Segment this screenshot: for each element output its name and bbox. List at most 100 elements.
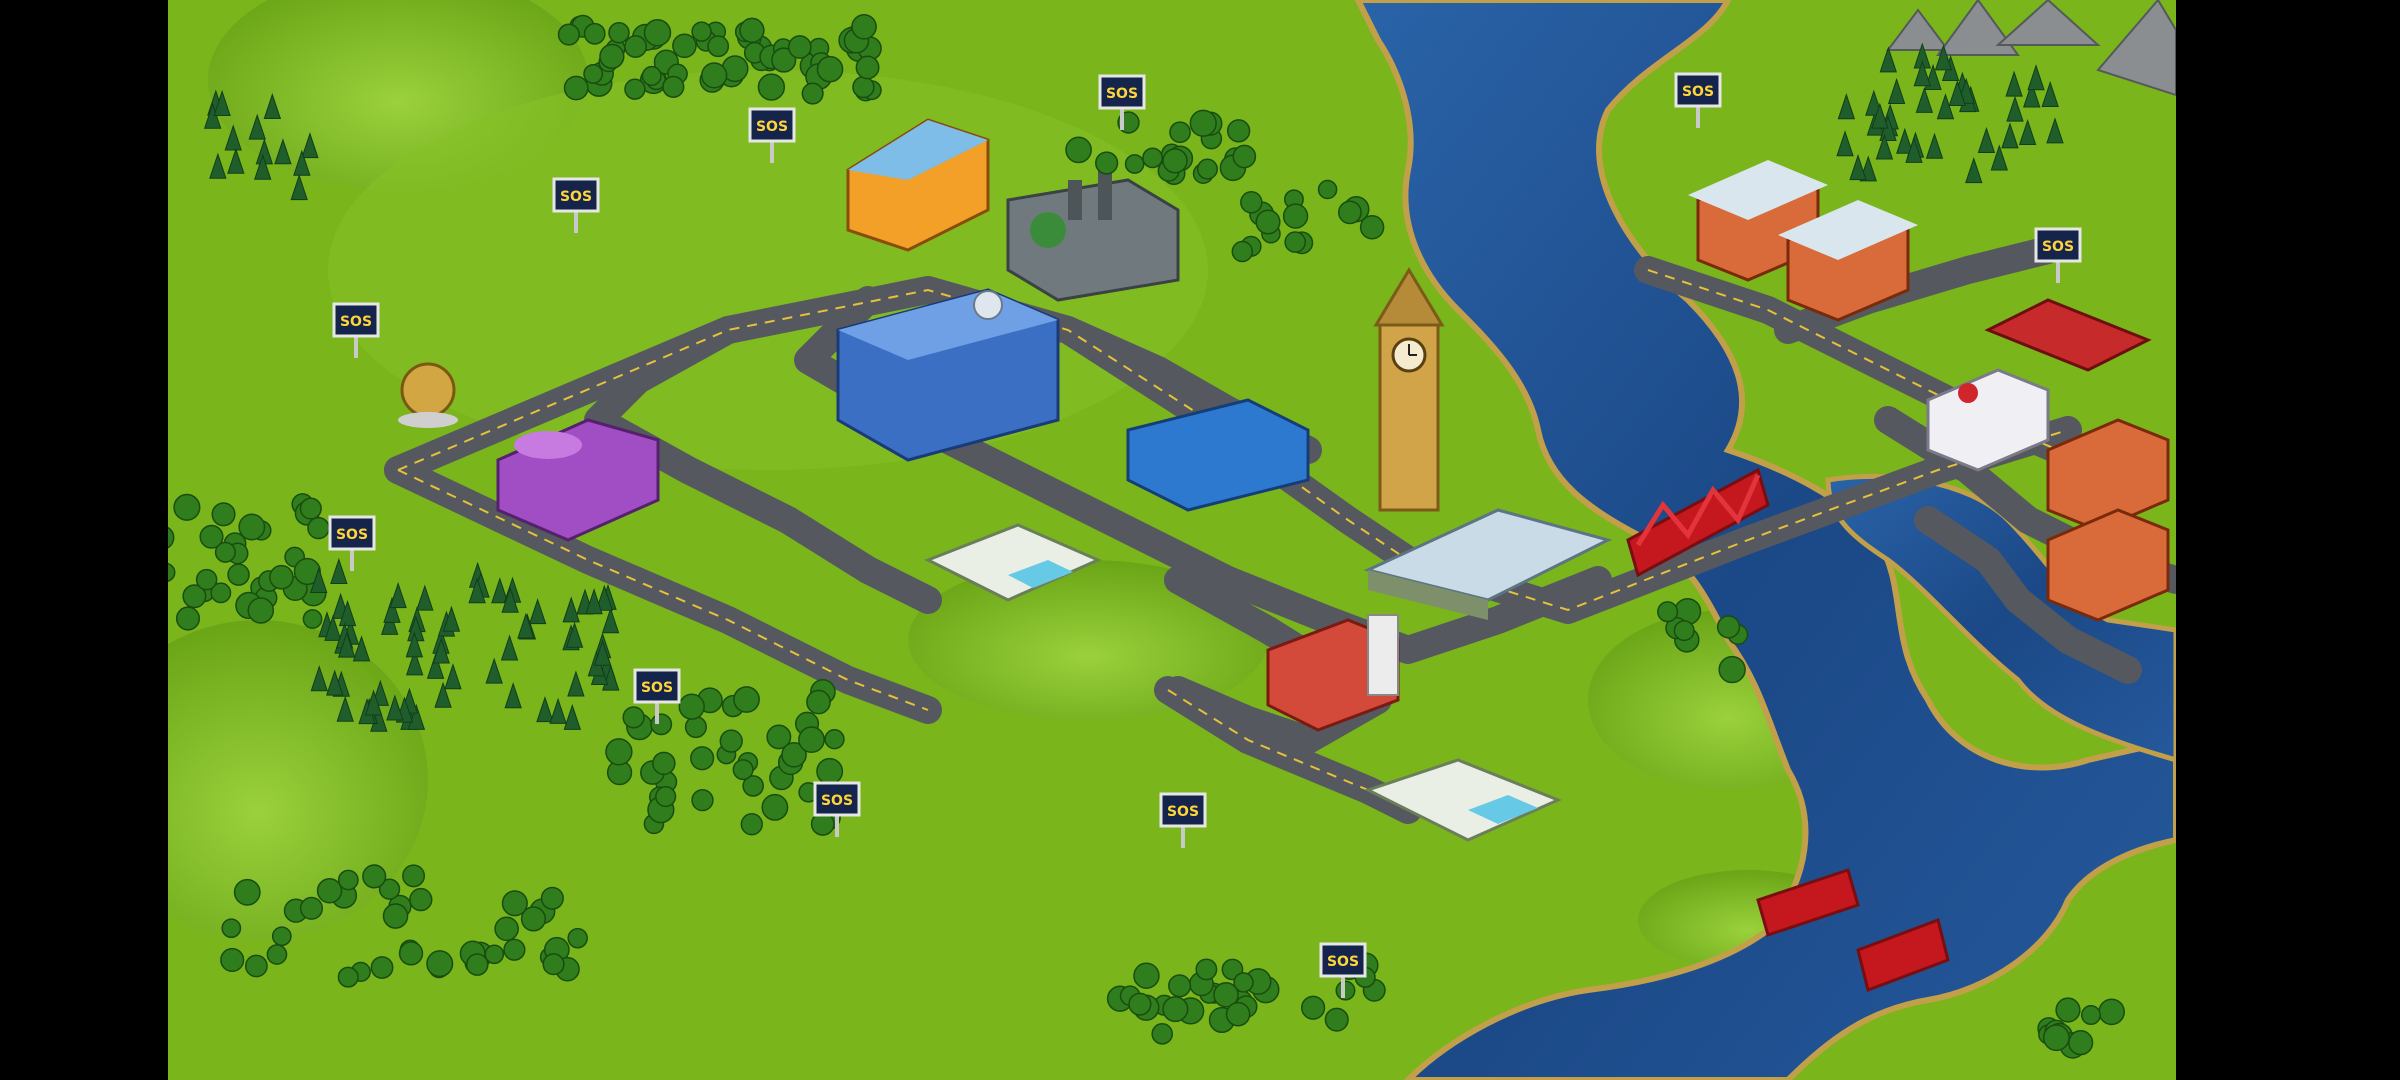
round-tree	[175, 606, 201, 631]
screen: SOS SOS SOS SOS SOS SOS SOS SOS SOS SOS SOS	[0, 0, 2400, 1080]
round-tree	[719, 729, 743, 753]
round-tree	[2055, 997, 2081, 1023]
round-tree	[173, 493, 201, 521]
round-tree	[583, 63, 604, 84]
round-tree	[1142, 147, 1163, 169]
round-tree	[227, 563, 250, 586]
round-tree	[662, 75, 685, 98]
round-tree	[1095, 151, 1119, 175]
round-tree	[1195, 958, 1218, 981]
round-tree	[608, 21, 630, 44]
round-tree	[220, 947, 245, 973]
round-tree	[1359, 214, 1385, 240]
billboard-pole	[835, 813, 839, 837]
round-tree	[1335, 980, 1356, 1001]
round-tree	[816, 757, 844, 785]
round-tree	[652, 751, 676, 776]
billboard-pole	[1341, 974, 1345, 998]
round-tree	[1151, 1023, 1174, 1045]
round-tree	[465, 953, 489, 976]
round-tree	[624, 78, 646, 100]
round-tree	[199, 524, 224, 549]
round-tree	[299, 896, 324, 920]
round-tree	[691, 788, 714, 812]
round-tree	[757, 73, 786, 101]
billboard-pole	[354, 334, 358, 358]
round-tree	[624, 35, 648, 58]
round-tree	[851, 13, 877, 40]
round-tree	[1673, 620, 1695, 642]
round-tree	[641, 65, 662, 86]
round-tree	[2080, 1005, 2101, 1026]
round-tree	[266, 944, 288, 965]
round-tree	[583, 22, 606, 45]
round-tree	[370, 956, 394, 979]
round-tree	[650, 713, 673, 736]
round-tree	[852, 75, 875, 99]
round-tree	[362, 864, 387, 889]
round-tree	[1162, 148, 1188, 174]
round-tree	[1162, 996, 1189, 1023]
round-tree	[816, 55, 844, 83]
round-tree	[691, 21, 712, 42]
round-tree	[1133, 962, 1160, 989]
billboard-label: SOS	[641, 680, 673, 696]
round-tree	[1232, 144, 1257, 169]
round-tree	[1128, 992, 1152, 1016]
round-tree	[409, 887, 433, 912]
billboard-label: SOS	[560, 189, 592, 205]
round-tree	[622, 706, 645, 729]
round-tree	[271, 926, 292, 947]
round-tree	[1226, 119, 1251, 143]
clock-tower[interactable]	[1373, 267, 1445, 512]
round-tree	[599, 43, 625, 70]
round-tree	[643, 18, 672, 47]
round-tree	[221, 918, 242, 939]
billboard-label: SOS	[340, 314, 372, 330]
round-tree	[655, 785, 677, 808]
round-tree	[690, 746, 715, 771]
round-tree	[1169, 121, 1191, 144]
round-tree	[1255, 209, 1281, 235]
round-tree	[244, 954, 268, 978]
gold-globe-monument[interactable]	[398, 362, 458, 428]
round-tree	[1065, 136, 1092, 164]
round-tree	[2098, 998, 2125, 1026]
round-tree	[1716, 615, 1741, 639]
billboard-pole	[2056, 259, 2060, 283]
billboard-label: SOS	[1327, 954, 1359, 970]
round-tree	[238, 513, 266, 541]
round-tree	[1657, 601, 1679, 623]
round-tree	[1284, 231, 1307, 253]
billboard-label: SOS	[821, 793, 853, 809]
round-tree	[567, 927, 588, 949]
round-tree	[1196, 158, 1218, 180]
billboard-label: SOS	[1682, 84, 1714, 100]
round-tree	[195, 568, 218, 591]
round-tree	[806, 689, 831, 715]
round-tree	[855, 55, 880, 80]
billboard-pole	[350, 547, 354, 571]
round-tree	[494, 916, 519, 942]
round-tree	[520, 906, 547, 932]
billboard-pole	[1120, 106, 1124, 130]
round-tree	[1317, 179, 1338, 200]
round-tree	[302, 609, 323, 629]
round-tree	[503, 938, 526, 961]
billboard-pole	[770, 139, 774, 163]
round-tree	[787, 35, 812, 59]
round-tree	[740, 813, 763, 836]
round-tree	[382, 903, 409, 929]
round-tree	[605, 738, 633, 766]
round-tree	[1225, 1001, 1251, 1027]
billboard-label: SOS	[1106, 86, 1138, 102]
round-tree	[337, 966, 359, 988]
city-map[interactable]: SOS SOS SOS SOS SOS SOS SOS SOS SOS SOS SOS	[168, 0, 2176, 1080]
round-tree	[733, 686, 760, 713]
round-tree	[2042, 1024, 2070, 1052]
round-tree	[269, 564, 294, 590]
round-tree	[701, 62, 728, 89]
round-tree	[824, 729, 845, 750]
game-viewport[interactable]: SOS SOS SOS SOS SOS SOS SOS SOS SOS SOS SOS	[168, 0, 2176, 1080]
round-tree	[316, 878, 343, 904]
